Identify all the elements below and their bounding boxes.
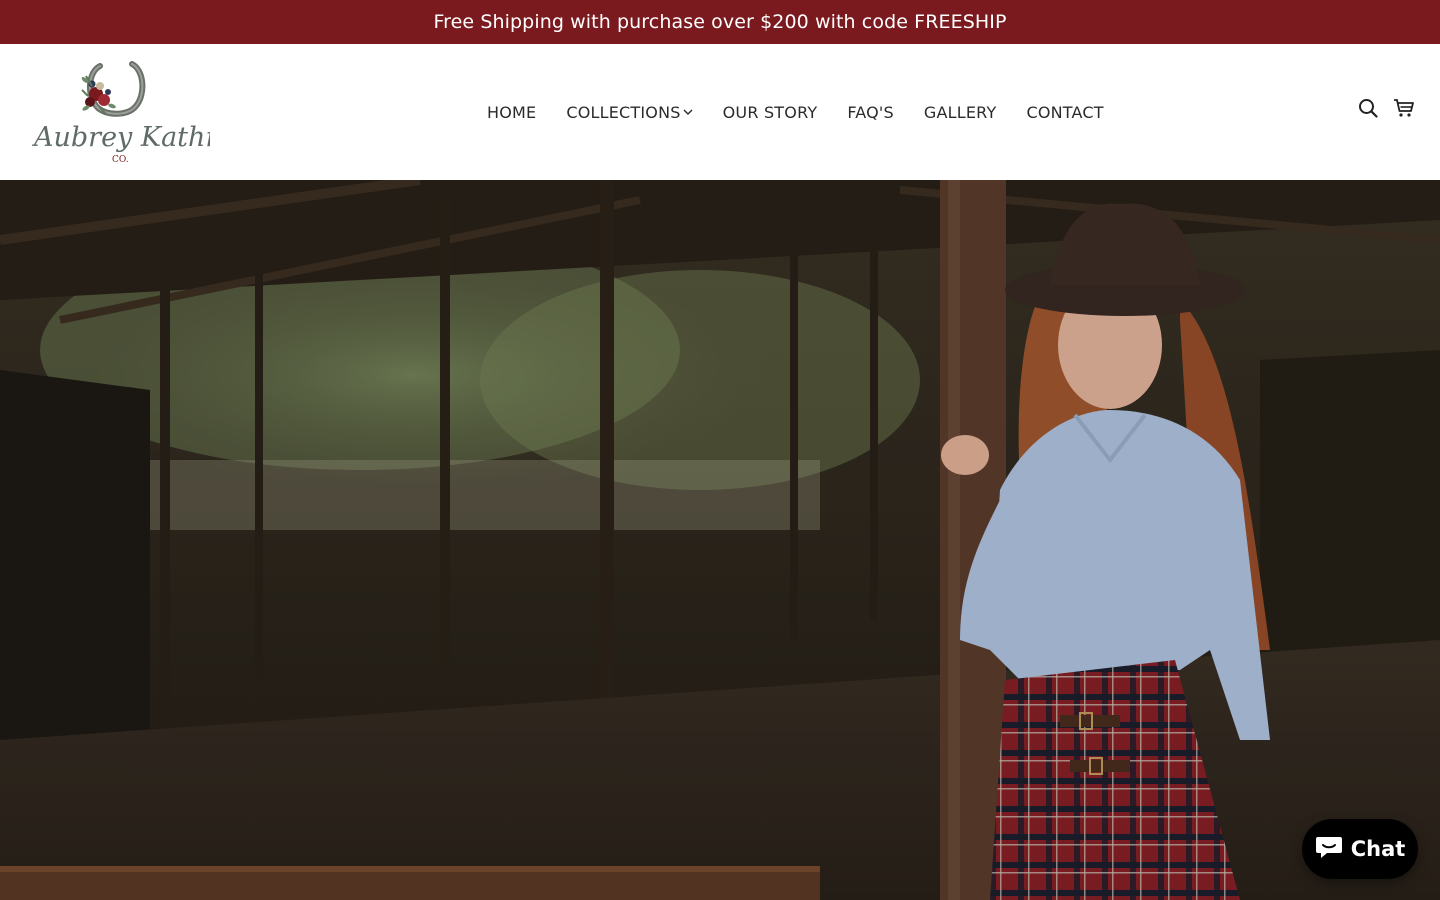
nav-collections-label: COLLECTIONS	[566, 102, 681, 122]
site-header: Aubrey Kathryn CO. HOME COLLECTIONS OUR …	[0, 44, 1440, 180]
nav-gallery-label: GALLERY	[923, 102, 997, 122]
nav-faqs[interactable]: FAQ'S	[832, 92, 909, 132]
chat-label: Chat	[1350, 837, 1406, 861]
chat-button[interactable]: Chat	[1302, 819, 1418, 879]
nav-contact[interactable]: CONTACT	[1011, 92, 1118, 132]
nav-our-story-label: OUR STORY	[722, 102, 818, 122]
brand-suffix: CO.	[112, 155, 129, 165]
brand-name: Aubrey Kathryn	[31, 122, 210, 153]
chat-bubble-icon	[1315, 834, 1343, 865]
brand-logo[interactable]: Aubrey Kathryn CO.	[30, 56, 251, 168]
announcement-bar: Free Shipping with purchase over $200 wi…	[0, 0, 1440, 44]
header-icons	[1356, 96, 1416, 120]
nav-collections[interactable]: COLLECTIONS	[551, 92, 707, 132]
hero-image	[0, 180, 1440, 900]
search-icon[interactable]	[1356, 96, 1380, 120]
cart-icon[interactable]	[1392, 96, 1416, 120]
nav-contact-label: CONTACT	[1026, 102, 1104, 122]
chevron-down-icon	[683, 108, 693, 116]
main-nav: HOME COLLECTIONS OUR STORY FAQ'S GALLERY…	[472, 44, 1119, 180]
nav-home[interactable]: HOME	[472, 92, 551, 132]
announcement-text: Free Shipping with purchase over $200 wi…	[433, 11, 1007, 33]
nav-gallery[interactable]: GALLERY	[909, 92, 1012, 132]
nav-faqs-label: FAQ'S	[847, 102, 894, 122]
nav-our-story[interactable]: OUR STORY	[708, 92, 833, 132]
nav-home-label: HOME	[487, 102, 537, 122]
